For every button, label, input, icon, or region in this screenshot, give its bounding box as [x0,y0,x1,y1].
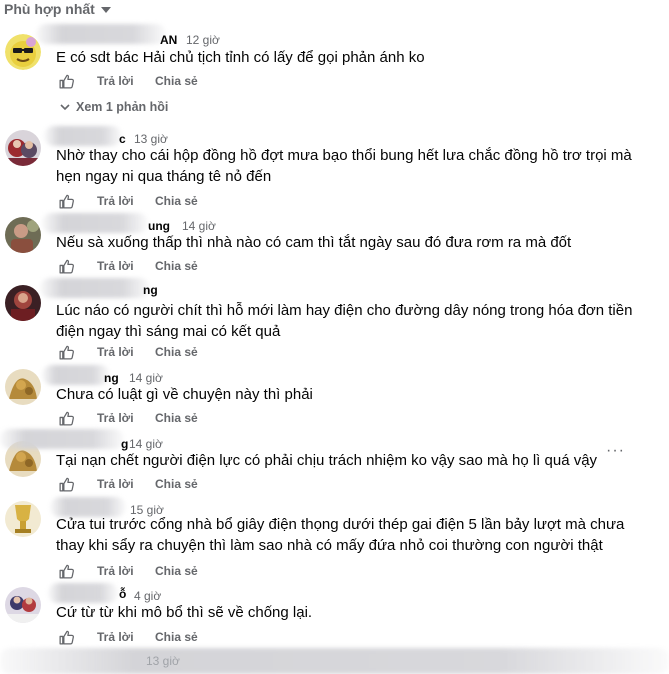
like-icon[interactable] [58,629,75,646]
comment-time[interactable]: 14 giờ [129,437,163,451]
name-redaction [40,278,150,298]
reply-button[interactable]: Trả lời [97,194,134,208]
commenter-name[interactable]: AN [160,33,177,47]
commenter-name[interactable]: ung [148,219,170,233]
share-button[interactable]: Chia sẻ [155,74,198,88]
avatar[interactable] [5,285,41,321]
name-redaction [42,365,110,385]
comment-actions: Trả lời Chia sẻ [58,343,198,361]
name-redaction [42,213,148,233]
comment-time[interactable]: 14 giờ [129,371,163,385]
like-icon[interactable] [58,73,75,90]
commenter-name[interactable]: ng [104,371,119,385]
comment-actions: Trả lời Chia sẻ [58,475,198,493]
reply-button[interactable]: Trả lời [97,345,134,359]
share-button[interactable]: Chia sẻ [155,477,198,491]
name-redaction [0,429,124,449]
commenter-name[interactable]: g [121,437,128,451]
like-icon[interactable] [58,258,75,275]
comment-text: Tại nạn chết người điện lực có phải chịu… [56,452,598,469]
name-redaction [44,126,122,146]
comment-actions: Trả lời Chia sẻ [58,628,198,646]
commenter-name[interactable]: ng [143,283,158,297]
view-replies-label: Xem 1 phản hồi [76,100,169,114]
comment-text: Nếu sà xuống thấp thì nhà nào có cam thì… [56,234,572,251]
share-button[interactable]: Chia sẻ [155,630,198,644]
comment-time[interactable]: 13 giờ [146,654,180,668]
share-button[interactable]: Chia sẻ [155,345,198,359]
avatar[interactable] [5,587,41,623]
like-icon[interactable] [58,563,75,580]
comment-time[interactable]: 14 giờ [182,219,216,233]
comment-text: Nhờ thay cho cái hộp đồng hồ đợt mưa bạo… [56,147,632,185]
like-icon[interactable] [58,410,75,427]
comment-time[interactable]: 12 giờ [186,33,220,47]
reply-button[interactable]: Trả lời [97,411,134,425]
reply-button[interactable]: Trả lời [97,564,134,578]
avatar[interactable] [5,501,41,537]
like-icon[interactable] [58,476,75,493]
comment-text: Cửa tui trước cổng nhà bổ giây điện thọn… [56,516,625,554]
comment-text: Lúc náo có người chít thì hỗ mới làm hay… [56,302,633,340]
sort-label: Phù hợp nhất [4,1,95,17]
comment-time[interactable]: 4 giờ [134,589,161,603]
comment-text: E có sdt bác Hải chủ tịch tỉnh có lấy để… [56,49,425,66]
commenter-name[interactable]: ỗ [119,587,126,601]
reply-button[interactable]: Trả lời [97,630,134,644]
sort-dropdown[interactable]: Phù hợp nhất [4,0,111,18]
comment-text: Cứ từ từ khi mô bổ thì sẽ về chống lại. [56,604,313,621]
name-redaction [48,583,118,603]
reply-button[interactable]: Trả lời [97,477,134,491]
like-icon[interactable] [58,344,75,361]
comment-actions: Trả lời Chia sẻ [58,257,198,275]
more-options-icon[interactable]: ··· [606,442,625,460]
comment-actions: Trả lời Chia sẻ [58,192,198,210]
comment-actions: Trả lời Chia sẻ [58,72,198,90]
caret-down-icon [100,7,111,13]
chevron-down-icon [60,104,70,111]
avatar[interactable] [5,369,41,405]
share-button[interactable]: Chia sẻ [155,259,198,273]
commenter-name[interactable]: c [119,132,126,146]
share-button[interactable]: Chia sẻ [155,411,198,425]
like-icon[interactable] [58,193,75,210]
avatar[interactable] [5,130,41,166]
view-replies-button[interactable]: Xem 1 phản hồi [60,100,168,114]
reply-button[interactable]: Trả lời [97,259,134,273]
reply-button[interactable]: Trả lời [97,74,134,88]
avatar[interactable] [5,217,41,253]
share-button[interactable]: Chia sẻ [155,194,198,208]
name-redaction [0,648,669,674]
name-redaction [36,24,166,44]
comment-text: Chưa có luật gì về chuyện này thì phải [56,386,313,403]
comment-actions: Trả lời Chia sẻ [58,409,198,427]
avatar[interactable] [5,34,41,70]
comment-actions: Trả lời Chia sẻ [58,562,198,580]
share-button[interactable]: Chia sẻ [155,564,198,578]
comment-time[interactable]: 13 giờ [134,132,168,146]
